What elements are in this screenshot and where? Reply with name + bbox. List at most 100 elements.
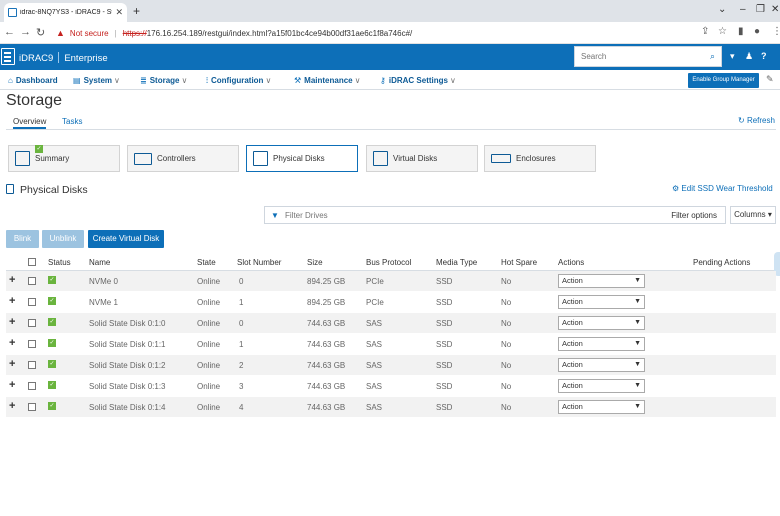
card-physical-disks[interactable]: Physical Disks	[246, 145, 358, 172]
url-field[interactable]: ▲ Not secure | https:// 176.16.254.189/r…	[56, 25, 696, 41]
share-icon[interactable]: ⇪	[701, 26, 709, 37]
forward-icon[interactable]: →	[20, 26, 31, 38]
tab-tasks[interactable]: Tasks	[62, 117, 82, 126]
action-select[interactable]: Action ▼	[558, 358, 645, 372]
browser-menu-icon[interactable]: ⋮	[772, 26, 780, 37]
disk-hot-spare: No	[501, 319, 512, 328]
col-size[interactable]: Size	[307, 258, 323, 267]
action-select[interactable]: Action ▼	[558, 379, 645, 393]
disk-slot: 1	[239, 298, 244, 307]
row-checkbox[interactable]	[28, 298, 36, 306]
expand-row-icon[interactable]: +	[9, 274, 15, 286]
expand-row-icon[interactable]: +	[9, 337, 15, 349]
expand-row-icon[interactable]: +	[9, 400, 15, 412]
col-media-type[interactable]: Media Type	[436, 258, 477, 267]
expand-row-icon[interactable]: +	[9, 379, 15, 391]
menu-storage[interactable]: ≣ Storage ∨	[140, 76, 187, 85]
filter-options-button[interactable]: Filter options	[671, 211, 717, 220]
select-all-checkbox[interactable]	[28, 258, 36, 266]
section-title: Physical Disks	[20, 184, 88, 196]
card-enclosures[interactable]: Enclosures	[484, 145, 596, 172]
close-window-icon[interactable]: ✕	[771, 4, 779, 15]
chevron-down-icon[interactable]: ⌄	[718, 4, 726, 15]
refresh-link[interactable]: ↻ Refresh	[738, 116, 775, 125]
chevron-down-icon: ▼	[634, 340, 641, 347]
warning-icon[interactable]: ▲	[56, 28, 65, 38]
blink-button[interactable]: Blink	[6, 230, 39, 248]
expand-row-icon[interactable]: +	[9, 295, 15, 307]
disk-size: 744.63 GB	[307, 382, 346, 391]
new-tab-button[interactable]: +	[133, 4, 140, 18]
maximize-icon[interactable]: ❐	[756, 4, 765, 15]
side-panel-icon[interactable]: ▮	[738, 26, 744, 37]
disk-hot-spare: No	[501, 403, 512, 412]
action-select[interactable]: Action ▼	[558, 295, 645, 309]
expand-row-icon[interactable]: +	[9, 358, 15, 370]
col-actions[interactable]: Actions	[558, 258, 584, 267]
tab-overview[interactable]: Overview	[13, 117, 47, 129]
disk-state: Online	[197, 319, 221, 328]
disk-bus-protocol: PCIe	[366, 298, 384, 307]
create-virtual-disk-button[interactable]: Create Virtual Disk	[88, 230, 164, 248]
disk-name: NVMe 1	[89, 298, 118, 307]
menu-configuration[interactable]: ⫶ Configuration ∨	[206, 76, 271, 86]
status-ok-icon: ✓	[48, 360, 56, 368]
menu-idrac-settings[interactable]: ⚷ iDRAC Settings ∨	[380, 76, 456, 85]
search-icon[interactable]: ⌕	[710, 51, 715, 62]
user-icon[interactable]: ♟	[745, 51, 753, 62]
minimize-icon[interactable]: –	[740, 4, 746, 15]
bookmark-star-icon[interactable]: ☆	[718, 26, 727, 37]
product-name: iDRAC9	[19, 53, 54, 64]
menu-system[interactable]: ▤ System ∨	[73, 76, 120, 85]
row-checkbox[interactable]	[28, 277, 36, 285]
col-state[interactable]: State	[197, 258, 216, 267]
col-name[interactable]: Name	[89, 258, 110, 267]
row-checkbox[interactable]	[28, 319, 36, 327]
disk-bus-protocol: SAS	[366, 403, 383, 412]
col-status[interactable]: Status	[48, 258, 71, 267]
disk-hot-spare: No	[501, 298, 512, 307]
close-tab-icon[interactable]: ✕	[115, 7, 123, 18]
row-checkbox[interactable]	[28, 361, 36, 369]
enable-group-manager-button[interactable]: Enable Group Manager	[688, 73, 759, 88]
card-controllers[interactable]: Controllers	[127, 145, 239, 172]
disk-icon	[253, 151, 268, 166]
col-bus-protocol[interactable]: Bus Protocol	[366, 258, 411, 267]
row-checkbox[interactable]	[28, 340, 36, 348]
browser-tab[interactable]: idrac-8NQ7YS3 - iDRAC9 - Stora ✕	[4, 3, 127, 22]
search-input[interactable]	[581, 52, 710, 61]
filter-drives-input[interactable]	[285, 209, 585, 222]
not-secure-label[interactable]: Not secure	[70, 29, 109, 38]
row-checkbox[interactable]	[28, 403, 36, 411]
action-select[interactable]: Action ▼	[558, 400, 645, 414]
unblink-button[interactable]: Unblink	[42, 230, 84, 248]
search-box[interactable]: ⌕	[574, 46, 722, 67]
menu-dashboard[interactable]: ⌂ Dashboard	[8, 76, 58, 85]
edit-ssd-wear-threshold-link[interactable]: ⚙ Edit SSD Wear Threshold	[672, 184, 773, 193]
pin-icon[interactable]: ✎	[766, 74, 774, 85]
menu-maintenance[interactable]: ⚒ Maintenance ∨	[294, 76, 361, 85]
columns-dropdown[interactable]: Columns ▾	[730, 206, 776, 224]
disk-state: Online	[197, 361, 221, 370]
action-select[interactable]: Action ▼	[558, 337, 645, 351]
chevron-down-icon: ▼	[634, 277, 641, 284]
action-select[interactable]: Action ▼	[558, 316, 645, 330]
col-slot-number[interactable]: Slot Number	[237, 258, 281, 267]
tasks-icon[interactable]: ▾	[730, 51, 735, 62]
chevron-down-icon: ▼	[634, 403, 641, 410]
reload-icon[interactable]: ↻	[36, 26, 45, 39]
back-icon[interactable]: ←	[4, 26, 15, 38]
expand-row-icon[interactable]: +	[9, 316, 15, 328]
card-summary[interactable]: Summary	[8, 145, 120, 172]
disk-slot: 0	[239, 277, 244, 286]
action-select[interactable]: Action ▼	[558, 274, 645, 288]
col-hot-spare[interactable]: Hot Spare	[501, 258, 537, 267]
col-pending-actions[interactable]: Pending Actions	[693, 258, 750, 267]
refresh-icon: ↻	[738, 116, 747, 125]
row-checkbox[interactable]	[28, 382, 36, 390]
profile-icon[interactable]: ●	[754, 26, 760, 37]
card-virtual-disks[interactable]: Virtual Disks	[366, 145, 478, 172]
help-icon[interactable]: ?	[761, 51, 767, 61]
disk-name: Solid State Disk 0:1:0	[89, 319, 166, 328]
disk-bus-protocol: SAS	[366, 382, 383, 391]
